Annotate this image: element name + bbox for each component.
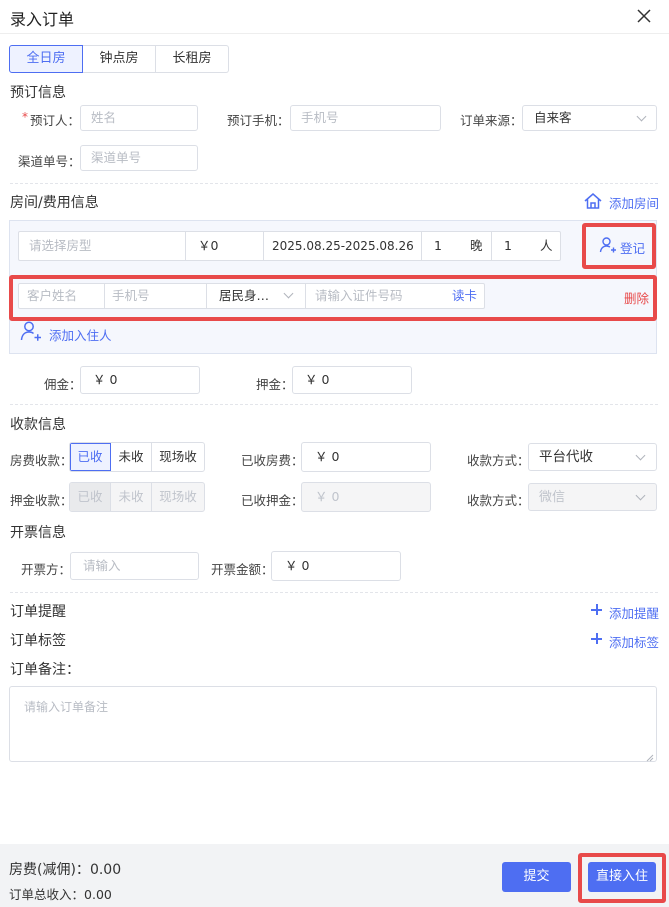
- footer-total-income: 订单总收入：0.00: [9, 884, 112, 903]
- chevron-down-icon: [636, 111, 647, 122]
- invoice-amount-input[interactable]: ￥ 0: [271, 551, 401, 581]
- order-source-value: 自来客: [534, 110, 572, 125]
- divider: [10, 592, 658, 593]
- close-icon[interactable]: [634, 6, 654, 26]
- divider: [10, 183, 658, 184]
- deposit-method-select[interactable]: 微信: [528, 483, 657, 511]
- order-remark-textarea[interactable]: 请输入订单备注: [9, 686, 657, 762]
- stay-dates-input[interactable]: 2025.08.25-2025.08.26: [264, 232, 422, 260]
- room-section-title: 房间/费用信息: [10, 195, 99, 211]
- footer-room-fee-label: 房费(减佣)：: [9, 862, 90, 878]
- room-fee-collection-segmented: 已收 未收 现场收: [69, 442, 205, 472]
- add-room-label: 添加房间: [609, 196, 660, 211]
- tab-all-day[interactable]: 全日房: [9, 45, 83, 73]
- home-icon: [583, 191, 603, 211]
- received-room-fee-label: 已收房费：: [241, 453, 304, 468]
- highlight-checkin: [578, 853, 666, 903]
- highlight-guest-row: [9, 275, 657, 321]
- resize-handle-icon[interactable]: [646, 751, 654, 762]
- room-fee-collection-label: 房费收款：: [10, 453, 73, 468]
- deposit-received-option[interactable]: 已收: [70, 483, 111, 511]
- room-row: 请选择房型 ￥0 2025.08.25-2025.08.26 1 晚 1 人: [18, 231, 561, 261]
- deposit-collection-label: 押金收款：: [10, 493, 73, 508]
- invoice-amount-label: 开票金额：: [211, 562, 274, 577]
- payment-method-label: 收款方式：: [467, 453, 530, 468]
- channel-label: 渠道单号：: [18, 154, 81, 169]
- invoice-section-title: 开票信息: [10, 525, 66, 541]
- booker-phone-label: 预订手机：: [227, 113, 290, 128]
- nights-unit: 晚: [470, 232, 492, 260]
- tab-hourly[interactable]: 钟点房: [83, 45, 156, 73]
- payment-method-value: 平台代收: [539, 449, 593, 465]
- footer-room-fee-value: 0.00: [89, 862, 122, 878]
- booking-section-title: 预订信息: [10, 85, 66, 101]
- booker-input[interactable]: 姓名: [80, 105, 198, 131]
- room-price-input[interactable]: ￥0: [186, 232, 264, 260]
- divider: [10, 404, 658, 405]
- add-tag-label: 添加标签: [609, 635, 660, 650]
- plus-icon: [591, 633, 602, 644]
- chevron-down-icon: [635, 450, 646, 461]
- received-room-fee-input[interactable]: ￥ 0: [301, 442, 431, 472]
- order-remark-title: 订单备注：: [10, 662, 80, 678]
- deposit-collection-segmented: 已收 未收 现场收: [69, 482, 205, 512]
- order-tag-title: 订单标签: [10, 633, 66, 649]
- order-source-select[interactable]: 自来客: [522, 105, 657, 131]
- invoice-issuer-label: 开票方：: [21, 562, 72, 577]
- highlight-register: [582, 223, 656, 269]
- add-reminder-button[interactable]: 添加提醒: [589, 602, 659, 621]
- plus-icon: [591, 604, 602, 615]
- payment-method-select[interactable]: 平台代收: [528, 443, 657, 471]
- room-fee-onsite-option[interactable]: 现场收: [152, 443, 204, 471]
- footer-room-fee: 房费(减佣)：0.00: [9, 859, 121, 879]
- order-reminder-title: 订单提醒: [10, 604, 66, 620]
- deposit-method-label: 收款方式：: [467, 493, 530, 508]
- deposit-method-value: 微信: [539, 490, 566, 505]
- room-fee-unpaid-option[interactable]: 未收: [111, 443, 152, 471]
- dialog-header: 录入订单: [0, 0, 669, 34]
- persons-input[interactable]: 1: [492, 232, 540, 260]
- deposit-input[interactable]: ￥ 0: [292, 366, 412, 394]
- dialog-title: 录入订单: [10, 10, 75, 29]
- add-room-button[interactable]: 添加房间: [583, 191, 659, 211]
- deposit-label: 押金：: [256, 377, 294, 392]
- footer-total-label: 订单总收入：: [9, 887, 85, 902]
- invoice-issuer-input[interactable]: 请输入: [70, 552, 199, 580]
- booker-phone-input[interactable]: 手机号: [290, 105, 441, 131]
- add-guest-label: 添加入住人: [49, 328, 112, 343]
- commission-label: 佣金：: [44, 377, 82, 392]
- order-source-label: 订单来源：: [460, 113, 523, 128]
- received-deposit-input[interactable]: ￥ 0: [301, 482, 431, 512]
- tab-long-term[interactable]: 长租房: [156, 45, 229, 73]
- persons-unit: 人: [540, 238, 553, 253]
- room-fee-received-option[interactable]: 已收: [70, 443, 111, 471]
- chevron-down-icon: [635, 490, 646, 501]
- received-deposit-label: 已收押金：: [241, 493, 304, 508]
- channel-input[interactable]: 渠道单号: [80, 145, 198, 171]
- nights-input[interactable]: 1: [422, 232, 470, 260]
- required-mark: *: [22, 110, 28, 124]
- commission-input[interactable]: ￥ 0: [80, 366, 200, 394]
- tab-bar: 全日房 钟点房 长租房: [9, 45, 229, 73]
- submit-button[interactable]: 提交: [502, 862, 571, 892]
- room-type-select[interactable]: 请选择房型: [19, 232, 186, 260]
- deposit-unpaid-option[interactable]: 未收: [111, 483, 152, 511]
- add-reminder-label: 添加提醒: [609, 606, 660, 621]
- payment-section-title: 收款信息: [10, 417, 66, 433]
- add-guest-button[interactable]: 添加入住人: [20, 320, 120, 344]
- deposit-onsite-option[interactable]: 现场收: [152, 483, 204, 511]
- user-add-icon: [20, 320, 42, 342]
- booker-label: 预订人：: [30, 113, 81, 128]
- add-tag-button[interactable]: 添加标签: [589, 631, 659, 650]
- footer-total-value: 0.00: [84, 887, 112, 902]
- order-remark-placeholder: 请输入订单备注: [24, 700, 109, 714]
